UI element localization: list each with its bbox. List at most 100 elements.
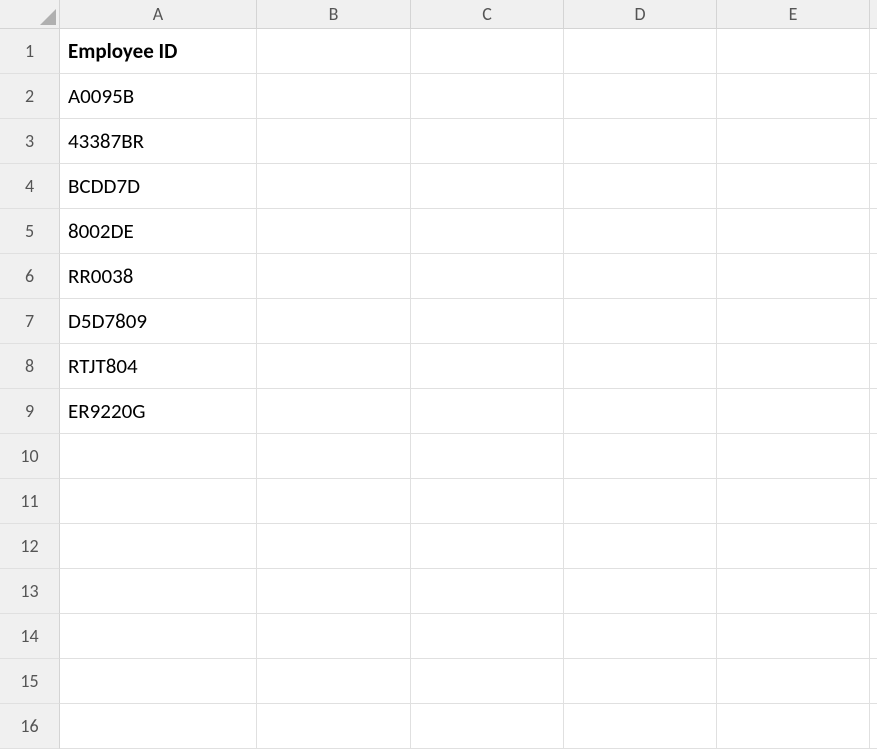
cell-D6[interactable] (564, 254, 717, 299)
cell-C15[interactable] (411, 659, 564, 704)
cell-C12[interactable] (411, 524, 564, 569)
cell-B12[interactable] (257, 524, 411, 569)
row-header-11[interactable]: 11 (0, 479, 60, 524)
cell-partial-9[interactable] (870, 389, 877, 434)
cell-E8[interactable] (717, 344, 870, 389)
spreadsheet-grid[interactable]: A B C D E 1 Employee ID 2 A0095B 3 43387… (0, 0, 877, 749)
cell-A13[interactable] (60, 569, 257, 614)
cell-partial-7[interactable] (870, 299, 877, 344)
row-header-5[interactable]: 5 (0, 209, 60, 254)
cell-D14[interactable] (564, 614, 717, 659)
cell-partial-12[interactable] (870, 524, 877, 569)
row-header-12[interactable]: 12 (0, 524, 60, 569)
row-header-3[interactable]: 3 (0, 119, 60, 164)
cell-D15[interactable] (564, 659, 717, 704)
cell-A14[interactable] (60, 614, 257, 659)
col-header-C[interactable]: C (411, 0, 564, 29)
cell-B8[interactable] (257, 344, 411, 389)
row-header-8[interactable]: 8 (0, 344, 60, 389)
cell-C10[interactable] (411, 434, 564, 479)
cell-A11[interactable] (60, 479, 257, 524)
cell-E1[interactable] (717, 29, 870, 74)
cell-A5[interactable]: 8002DE (60, 209, 257, 254)
cell-D5[interactable] (564, 209, 717, 254)
cell-A15[interactable] (60, 659, 257, 704)
cell-B1[interactable] (257, 29, 411, 74)
col-header-A[interactable]: A (60, 0, 257, 29)
cell-C11[interactable] (411, 479, 564, 524)
cell-C7[interactable] (411, 299, 564, 344)
row-header-14[interactable]: 14 (0, 614, 60, 659)
cell-A3[interactable]: 43387BR (60, 119, 257, 164)
cell-partial-11[interactable] (870, 479, 877, 524)
cell-E3[interactable] (717, 119, 870, 164)
cell-E6[interactable] (717, 254, 870, 299)
cell-E14[interactable] (717, 614, 870, 659)
cell-partial-3[interactable] (870, 119, 877, 164)
cell-D3[interactable] (564, 119, 717, 164)
cell-D16[interactable] (564, 704, 717, 749)
cell-C6[interactable] (411, 254, 564, 299)
cell-E12[interactable] (717, 524, 870, 569)
row-header-2[interactable]: 2 (0, 74, 60, 119)
cell-C14[interactable] (411, 614, 564, 659)
cell-partial-15[interactable] (870, 659, 877, 704)
cell-A1[interactable]: Employee ID (60, 29, 257, 74)
cell-E4[interactable] (717, 164, 870, 209)
cell-C13[interactable] (411, 569, 564, 614)
cell-B10[interactable] (257, 434, 411, 479)
cell-E13[interactable] (717, 569, 870, 614)
cell-D1[interactable] (564, 29, 717, 74)
cell-C16[interactable] (411, 704, 564, 749)
cell-A12[interactable] (60, 524, 257, 569)
cell-C4[interactable] (411, 164, 564, 209)
cell-B15[interactable] (257, 659, 411, 704)
row-header-15[interactable]: 15 (0, 659, 60, 704)
cell-C5[interactable] (411, 209, 564, 254)
cell-C8[interactable] (411, 344, 564, 389)
cell-D13[interactable] (564, 569, 717, 614)
cell-B16[interactable] (257, 704, 411, 749)
cell-D10[interactable] (564, 434, 717, 479)
cell-partial-1[interactable] (870, 29, 877, 74)
cell-E9[interactable] (717, 389, 870, 434)
cell-A6[interactable]: RR0038 (60, 254, 257, 299)
cell-partial-14[interactable] (870, 614, 877, 659)
cell-partial-16[interactable] (870, 704, 877, 749)
cell-A4[interactable]: BCDD7D (60, 164, 257, 209)
cell-E15[interactable] (717, 659, 870, 704)
cell-B2[interactable] (257, 74, 411, 119)
cell-E16[interactable] (717, 704, 870, 749)
cell-D11[interactable] (564, 479, 717, 524)
cell-C2[interactable] (411, 74, 564, 119)
cell-B4[interactable] (257, 164, 411, 209)
row-header-4[interactable]: 4 (0, 164, 60, 209)
cell-A16[interactable] (60, 704, 257, 749)
row-header-16[interactable]: 16 (0, 704, 60, 749)
cell-A10[interactable] (60, 434, 257, 479)
col-header-E[interactable]: E (717, 0, 870, 29)
cell-B3[interactable] (257, 119, 411, 164)
cell-partial-6[interactable] (870, 254, 877, 299)
cell-C3[interactable] (411, 119, 564, 164)
row-header-6[interactable]: 6 (0, 254, 60, 299)
cell-partial-13[interactable] (870, 569, 877, 614)
cell-partial-4[interactable] (870, 164, 877, 209)
cell-A2[interactable]: A0095B (60, 74, 257, 119)
cell-partial-8[interactable] (870, 344, 877, 389)
cell-D7[interactable] (564, 299, 717, 344)
cell-E5[interactable] (717, 209, 870, 254)
col-header-partial[interactable] (870, 0, 877, 29)
cell-partial-2[interactable] (870, 74, 877, 119)
row-header-7[interactable]: 7 (0, 299, 60, 344)
row-header-10[interactable]: 10 (0, 434, 60, 479)
cell-B13[interactable] (257, 569, 411, 614)
row-header-1[interactable]: 1 (0, 29, 60, 74)
cell-D4[interactable] (564, 164, 717, 209)
cell-D8[interactable] (564, 344, 717, 389)
cell-A9[interactable]: ER9220G (60, 389, 257, 434)
col-header-D[interactable]: D (564, 0, 717, 29)
col-header-B[interactable]: B (257, 0, 411, 29)
cell-D9[interactable] (564, 389, 717, 434)
cell-D2[interactable] (564, 74, 717, 119)
